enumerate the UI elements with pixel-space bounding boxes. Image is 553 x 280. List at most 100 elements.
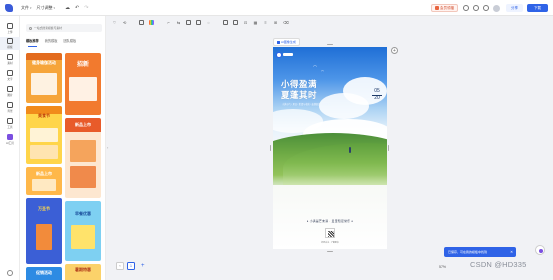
tab-team-templates[interactable]: 团队模板	[64, 38, 77, 45]
image-icon	[7, 86, 13, 92]
rail-item-elements[interactable]: 素材	[0, 53, 20, 66]
vip-button[interactable]: 会员领福	[431, 4, 458, 12]
qr-code-icon[interactable]	[325, 228, 335, 238]
rail-item-label: 素材	[7, 61, 13, 65]
download-button[interactable]: 下载	[527, 4, 548, 12]
rail-item-upload[interactable]: 上传	[0, 22, 20, 35]
template-card[interactable]: 招新	[65, 53, 101, 115]
position-icon[interactable]: ⊞	[273, 20, 278, 25]
template-card[interactable]: 健身瑜伽活动	[26, 53, 62, 103]
template-title: 暑期特惠	[75, 267, 91, 272]
template-card[interactable]: 万圣节	[26, 198, 62, 264]
rail-item-images[interactable]: 图片	[0, 85, 20, 98]
template-card[interactable]: 早餐优惠	[65, 201, 101, 261]
template-icon	[7, 38, 13, 44]
template-title: 新品上市	[36, 171, 52, 176]
color-picker-icon[interactable]	[149, 19, 154, 25]
collapse-panel-icon[interactable]: ‹	[107, 145, 108, 150]
mask-icon[interactable]	[196, 19, 201, 25]
app-logo[interactable]	[5, 3, 13, 12]
template-title: 促销活动	[36, 270, 52, 275]
undo-icon[interactable]: ↶	[75, 5, 79, 11]
share-button[interactable]: 分享	[506, 4, 523, 12]
template-card[interactable]: 新品上市	[65, 118, 101, 198]
poster-canvas[interactable]: ⌒ ⌒ 小得盈满 夏蓬其时 小满节气 / 夏日 / 希望与收获 / 麦穗渐满 /…	[273, 47, 387, 249]
bird-icon: ⌒	[313, 65, 317, 70]
search-icon	[29, 26, 32, 30]
card-block	[69, 77, 97, 101]
template-card[interactable]: 美食节	[26, 106, 62, 164]
rail-item-label: 文字	[7, 77, 13, 81]
layer-icon[interactable]	[233, 19, 238, 25]
delete-icon[interactable]: ⌫	[283, 20, 289, 25]
rail-item-tools[interactable]: 工具	[0, 117, 20, 130]
toolbar-divider	[216, 20, 218, 25]
poster-title[interactable]: 小得盈满 夏蓬其时	[281, 80, 341, 102]
poster-date[interactable]: 05 20	[371, 88, 383, 102]
file-menu[interactable]: 文件	[21, 5, 29, 11]
adjust-icon[interactable]: ◌	[206, 20, 211, 25]
poster-tagline[interactable]: ♦ 小满是芒未满 · 爱里知足常乐 ♦	[273, 219, 387, 223]
rail-item-ai-tools[interactable]: AI工具	[0, 133, 20, 146]
tools-icon	[7, 118, 13, 124]
help-icon[interactable]	[473, 5, 479, 11]
resize-handle-bottom[interactable]	[327, 251, 333, 253]
tab-my-templates[interactable]: 我的模板	[45, 38, 58, 45]
crop-icon[interactable]: ⌐	[166, 20, 171, 25]
chevron-down-icon: ▾	[30, 5, 32, 10]
message-icon[interactable]	[463, 5, 469, 11]
template-title: 招新	[76, 62, 89, 68]
rail-item-label: 上传	[7, 30, 13, 34]
template-card[interactable]: 新品上市	[26, 167, 62, 195]
heart-icon[interactable]: ♡	[112, 20, 117, 25]
animation-icon[interactable]: ⟲	[122, 20, 127, 25]
toast-text: 已保存，可在我的模板中找到	[448, 250, 488, 254]
cloud-save-icon[interactable]: ☁	[65, 5, 70, 11]
rail-item-templates[interactable]: 模板	[0, 37, 20, 50]
ai-sparkle-icon	[7, 134, 13, 140]
rail-item-text[interactable]: 文字	[0, 69, 20, 82]
poster-footer-text[interactable]: 扫码关注 · 了解更多	[273, 241, 387, 244]
avatar[interactable]	[493, 4, 500, 12]
search-box[interactable]	[26, 24, 102, 32]
tab-recommended[interactable]: 模板推荐	[26, 38, 39, 47]
ai-assistant-icon[interactable]	[535, 245, 545, 255]
settings-icon[interactable]	[7, 270, 13, 276]
copy-icon[interactable]	[223, 19, 228, 25]
resize-menu[interactable]: 尺寸调整	[37, 5, 53, 11]
flip-icon[interactable]: ⇆	[176, 20, 181, 25]
resize-handle-left[interactable]	[270, 145, 272, 151]
card-block	[70, 166, 96, 188]
filter-icon[interactable]	[139, 19, 144, 25]
left-rail: 上传 模板 素材 文字 图片 背景 工具 AI工具	[0, 16, 20, 280]
chevron-down-icon: ▾	[53, 5, 56, 10]
add-page-button[interactable]: +	[141, 263, 145, 269]
ai-generate-pill[interactable]: AI图像生成	[273, 38, 300, 46]
zoom-level[interactable]: 57%	[439, 265, 446, 269]
close-icon[interactable]: ✕	[510, 247, 513, 257]
top-bar-right: 会员领福 分享 下载	[431, 0, 553, 16]
template-card[interactable]: 暑期特惠	[65, 264, 101, 280]
poster-subtitle[interactable]: 小满节气 / 夏日 / 希望与收获 / 麦穗渐满 / 万物繁茂	[282, 104, 334, 107]
frame-icon[interactable]	[186, 19, 191, 25]
search-input[interactable]	[34, 26, 100, 30]
template-card[interactable]: 促销活动	[26, 267, 62, 280]
rail-item-label: 工具	[7, 125, 13, 129]
rail-item-background[interactable]: 背景	[0, 101, 20, 114]
add-page-icon[interactable]: +	[391, 47, 398, 54]
notification-icon[interactable]	[483, 5, 489, 11]
transparency-icon[interactable]: ▦	[253, 20, 258, 25]
template-title: 美食节	[38, 113, 50, 118]
upload-icon	[7, 23, 13, 29]
brand-name-block	[283, 53, 293, 56]
page-prev-button[interactable]: ‹	[116, 262, 124, 270]
resize-handle-right[interactable]	[388, 145, 390, 151]
align-icon[interactable]: ≡	[263, 20, 268, 25]
template-panel: 模板推荐 我的模板 团队模板 健身瑜伽活动 美食节 新品上市 万圣节 促销活动	[20, 16, 106, 280]
page-thumbnail-current[interactable]: 1	[127, 262, 135, 270]
redo-icon[interactable]: ↷	[84, 5, 88, 11]
save-toast: 已保存，可在我的模板中找到 ✕	[444, 247, 516, 257]
lock-icon[interactable]: ⊡	[243, 20, 248, 25]
ai-generate-label: AI图像生成	[281, 40, 296, 44]
resize-handle-top[interactable]	[327, 44, 333, 46]
